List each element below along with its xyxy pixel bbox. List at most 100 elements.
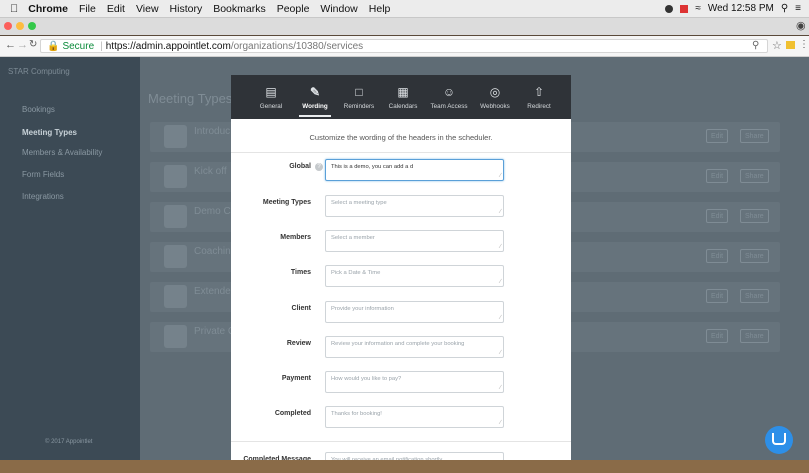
apple-icon[interactable]:  [10,3,18,15]
tab-general[interactable]: ▤ General [249,75,293,119]
record-icon[interactable] [665,4,674,13]
bookmark-star-icon[interactable]: ☆ [772,39,782,52]
tab-label: General [259,102,283,110]
share-button[interactable]: Share [740,329,769,343]
client-input[interactable]: Provide your information ∕ [325,301,504,323]
tab-strip [0,18,809,35]
lock-icon: 🔒 [47,40,60,52]
tab-label: Wording [302,102,328,110]
sidebar-item-form-fields[interactable]: Form Fields [22,170,64,179]
meeting-type-title: Introduc [194,126,231,137]
menu-help[interactable]: Help [369,3,391,15]
edit-button[interactable]: Edit [706,129,729,143]
tab-label: Calendars [388,102,418,110]
panel-subtitle: Customize the wording of the headers in … [309,133,493,142]
zoom-window-button[interactable] [28,22,36,30]
resize-grip-icon[interactable]: ∕ [500,209,501,215]
menu-window[interactable]: Window [320,3,357,15]
zoom-icon[interactable]: ⚲ [752,40,759,51]
resize-grip-icon[interactable]: ∕ [500,244,501,250]
sidebar-item-meeting-types[interactable]: Meeting Types [22,128,77,137]
list-icon[interactable]: ≡ [795,3,801,14]
meeting-type-title: Coachin [194,246,231,257]
field-label-members: Members [280,234,311,241]
close-window-button[interactable] [4,22,12,30]
tab-reminders[interactable]: □ Reminders [337,75,381,119]
clock-label[interactable]: Wed 12:58 PM [708,3,774,14]
meeting-type-icon [164,325,187,348]
resize-grip-icon[interactable]: ∕ [500,173,501,179]
sidebar-footer: © 2017 Appointlet [45,439,93,445]
minimize-window-button[interactable] [16,22,24,30]
menu-edit[interactable]: Edit [107,3,125,15]
tab-webhooks[interactable]: ◎ Webhooks [473,75,517,119]
wifi-icon[interactable]: ≈ [695,3,701,14]
members-input[interactable]: Select a member ∕ [325,230,504,252]
tab-label: Webhooks [480,102,510,110]
times-placeholder: Pick a Date & Time [331,270,381,276]
tab-label: Team Access [430,102,468,110]
edit-button[interactable]: Edit [706,169,729,183]
help-icon[interactable]: ? [315,163,323,171]
menu-history[interactable]: History [170,3,203,15]
desktop-strip [0,460,809,473]
payment-input[interactable]: How would you like to pay? ∕ [325,371,504,393]
edit-button[interactable]: Edit [706,209,729,223]
red-square-icon[interactable] [680,4,689,13]
menu-view[interactable]: View [136,3,159,15]
share-button[interactable]: Share [740,129,769,143]
tab-redirect[interactable]: ⇧ Redirect [517,75,561,119]
share-button[interactable]: Share [740,209,769,223]
sidebar-item-bookings[interactable]: Bookings [22,105,55,114]
meeting-types-input[interactable]: Select a meeting type ∕ [325,195,504,217]
menu-chrome[interactable]: Chrome [28,3,68,15]
resize-grip-icon[interactable]: ∕ [500,350,501,356]
global-input[interactable]: This is a demo, you can add a d ∕ [325,159,504,181]
share-button[interactable]: Share [740,289,769,303]
completed-input[interactable]: Thanks for booking! ∕ [325,406,504,428]
resize-grip-icon[interactable]: ∕ [500,279,501,285]
chrome-menu-icon[interactable]: ⋮ [799,39,809,50]
tab-label: Reminders [343,102,375,110]
field-label-meeting-types: Meeting Types [262,199,311,206]
tab-wording[interactable]: ✎ Wording [293,75,337,119]
tab-calendars[interactable]: ▦ Calendars [381,75,425,119]
sidebar-item-members[interactable]: Members & Availability [22,148,102,157]
review-input[interactable]: Review your information and complete you… [325,336,504,358]
spotlight-icon[interactable]: ⚲ [781,3,788,14]
org-name[interactable]: STAR Computing [8,67,70,76]
reload-icon[interactable]: ↻ [29,39,37,50]
edit-button[interactable]: Edit [706,289,729,303]
sidebar-item-integrations[interactable]: Integrations [22,192,64,201]
share-button[interactable]: Share [740,169,769,183]
field-label-review: Review [286,340,311,347]
menu-people[interactable]: People [277,3,310,15]
menu-file[interactable]: File [79,3,96,15]
share-button[interactable]: Share [740,249,769,263]
menu-bookmarks[interactable]: Bookmarks [213,3,266,15]
tab-team-access[interactable]: ☺ Team Access [425,75,473,119]
secure-label: Secure [62,40,95,52]
times-input[interactable]: Pick a Date & Time ∕ [325,265,504,287]
modal-tab-bar: ▤ General ✎ Wording □ Reminders ▦ Calend… [231,75,571,119]
people-icon: ☺ [442,84,456,99]
resize-grip-icon[interactable]: ∕ [500,385,501,391]
sidebar: STAR Computing Bookings Meeting Types Me… [0,57,140,473]
resize-grip-icon[interactable]: ∕ [500,315,501,321]
client-placeholder: Provide your information [331,306,394,312]
meeting-type-title: Kick off [194,166,227,177]
resize-grip-icon[interactable]: ∕ [500,420,501,426]
forward-icon[interactable]: → [17,39,28,51]
profile-icon[interactable]: ◉ [796,19,806,32]
extension-icon[interactable] [786,41,795,49]
field-label-payment: Payment [281,375,311,382]
edit-button[interactable]: Edit [706,249,729,263]
edit-button[interactable]: Edit [706,329,729,343]
field-label-global: Global [289,163,311,170]
url-path: /organizations/10380/services [230,40,364,52]
document-icon: ▤ [265,84,277,99]
calendar-icon: ▦ [397,84,409,99]
address-bar[interactable]: 🔒 Secure | https://admin.appointlet.com … [40,39,768,53]
chat-icon [772,433,786,445]
back-icon[interactable]: ← [5,39,16,51]
